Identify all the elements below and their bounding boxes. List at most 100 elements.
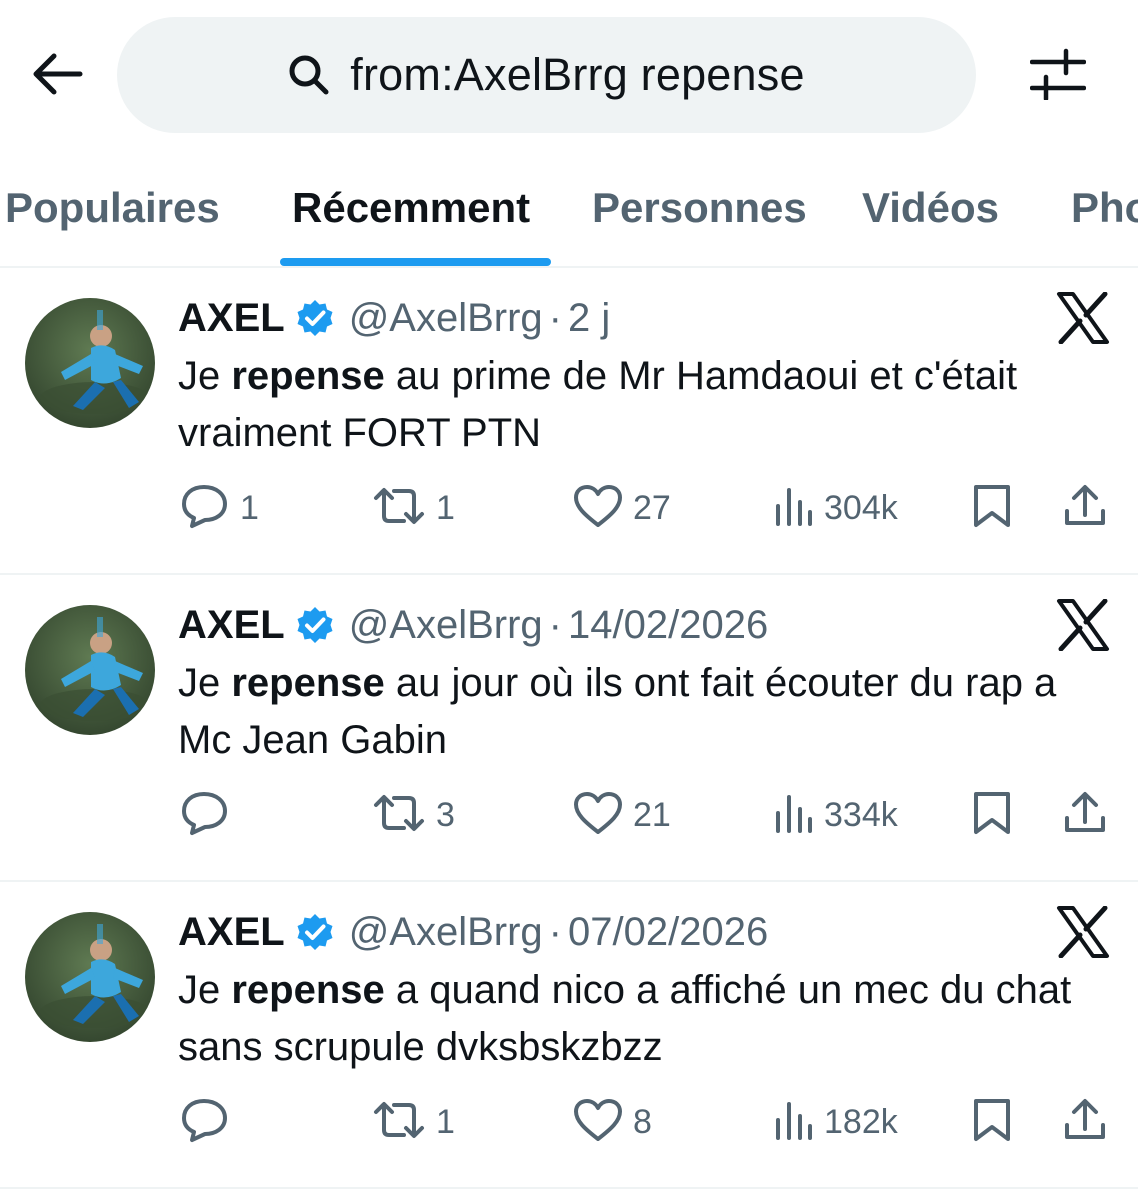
retweet-button[interactable]: 3 xyxy=(372,785,455,845)
back-button[interactable] xyxy=(22,42,94,110)
search-match-highlight: repense xyxy=(231,661,385,705)
tab-videos[interactable]: Vidéos xyxy=(862,150,999,266)
tweet-actions: 1 8 182k xyxy=(0,1092,1138,1152)
retweet-icon xyxy=(372,1098,426,1147)
verified-badge-icon xyxy=(295,298,335,338)
active-tab-indicator xyxy=(280,258,551,266)
search-input[interactable]: from:AxelBrrg repense xyxy=(117,17,976,133)
x-logo-icon[interactable] xyxy=(1055,291,1111,345)
tab-photos[interactable]: Photos xyxy=(1071,150,1138,266)
tweet-header: AXEL @AxelBrrg · 2 j xyxy=(178,290,610,346)
reply-button[interactable]: 1 xyxy=(180,478,259,538)
view-count: 182k xyxy=(824,1102,898,1141)
retweet-icon xyxy=(372,484,426,533)
bookmark-button[interactable] xyxy=(970,478,1014,538)
tweet[interactable]: AXEL @AxelBrrg · 14/02/2026 Je repense a… xyxy=(0,575,1138,882)
author-name[interactable]: AXEL xyxy=(178,603,285,648)
search-match-highlight: repense xyxy=(231,968,385,1012)
tweet-timestamp[interactable]: 07/02/2026 xyxy=(568,910,768,955)
like-icon xyxy=(573,1098,623,1147)
search-query-text: from:AxelBrrg repense xyxy=(350,49,805,100)
search-filter-button[interactable] xyxy=(1022,42,1094,110)
reply-count: 1 xyxy=(240,488,259,527)
share-button[interactable] xyxy=(1062,1092,1108,1152)
views-button[interactable]: 182k xyxy=(774,1092,898,1152)
tweet[interactable]: AXEL @AxelBrrg · 07/02/2026 Je repense a… xyxy=(0,882,1138,1189)
back-arrow-icon xyxy=(32,52,84,101)
verified-badge-icon xyxy=(295,912,335,952)
like-count: 21 xyxy=(633,795,671,834)
share-icon xyxy=(1062,790,1108,841)
reply-icon xyxy=(180,1097,230,1148)
share-button[interactable] xyxy=(1062,478,1108,538)
tweet-text-start: Je xyxy=(178,661,232,705)
tab-personnes[interactable]: Personnes xyxy=(592,150,807,266)
avatar[interactable] xyxy=(25,912,155,1042)
verified-badge-icon xyxy=(295,605,335,645)
reply-button[interactable] xyxy=(180,785,240,845)
search-header: from:AxelBrrg repense xyxy=(0,0,1138,150)
tweet-text-start: Je xyxy=(178,354,232,398)
separator-dot: · xyxy=(548,602,562,647)
author-handle[interactable]: @AxelBrrg xyxy=(349,910,543,955)
author-name[interactable]: AXEL xyxy=(178,910,285,955)
views-icon xyxy=(774,793,814,838)
retweet-count: 3 xyxy=(436,795,455,834)
search-icon xyxy=(288,51,336,99)
x-logo-icon[interactable] xyxy=(1055,905,1111,959)
tweet[interactable]: AXEL @AxelBrrg · 2 j Je repense au prime… xyxy=(0,268,1138,575)
tab-recemment[interactable]: Récemment xyxy=(292,150,530,266)
bookmark-icon xyxy=(970,790,1014,841)
tweet-text: Je repense au prime de Mr Hamdaoui et c'… xyxy=(178,348,1108,462)
separator-dot: · xyxy=(548,909,562,954)
author-handle[interactable]: @AxelBrrg xyxy=(349,296,543,341)
share-icon xyxy=(1062,1097,1108,1148)
view-count: 304k xyxy=(824,488,898,527)
author-name[interactable]: AXEL xyxy=(178,296,285,341)
retweet-count: 1 xyxy=(436,488,455,527)
filter-sliders-icon xyxy=(1029,48,1087,105)
like-button[interactable]: 8 xyxy=(573,1092,652,1152)
tab-populaires[interactable]: Populaires xyxy=(5,150,220,266)
search-match-highlight: repense xyxy=(231,354,385,398)
like-button[interactable]: 21 xyxy=(573,785,671,845)
views-icon xyxy=(774,486,814,531)
reply-icon xyxy=(180,790,230,841)
share-icon xyxy=(1062,483,1108,534)
tweet-actions: 3 21 334k xyxy=(0,785,1138,845)
bookmark-icon xyxy=(970,483,1014,534)
bookmark-icon xyxy=(970,1097,1014,1148)
bookmark-button[interactable] xyxy=(970,785,1014,845)
retweet-icon xyxy=(372,791,426,840)
like-icon xyxy=(573,484,623,533)
tweet-text: Je repense a quand nico a affiché un mec… xyxy=(178,962,1108,1076)
views-button[interactable]: 334k xyxy=(774,785,898,845)
like-icon xyxy=(573,791,623,840)
x-logo-icon[interactable] xyxy=(1055,598,1111,652)
tweet-text-start: Je xyxy=(178,968,232,1012)
tweet-header: AXEL @AxelBrrg · 07/02/2026 xyxy=(178,904,768,960)
like-count: 27 xyxy=(633,488,671,527)
bookmark-button[interactable] xyxy=(970,1092,1014,1152)
reply-icon xyxy=(180,483,230,534)
views-button[interactable]: 304k xyxy=(774,478,898,538)
like-button[interactable]: 27 xyxy=(573,478,671,538)
share-button[interactable] xyxy=(1062,785,1108,845)
separator-dot: · xyxy=(548,295,562,340)
retweet-count: 1 xyxy=(436,1102,455,1141)
view-count: 334k xyxy=(824,795,898,834)
avatar[interactable] xyxy=(25,605,155,735)
tweet-timestamp[interactable]: 14/02/2026 xyxy=(568,603,768,648)
like-count: 8 xyxy=(633,1102,652,1141)
avatar[interactable] xyxy=(25,298,155,428)
search-tabs: Populaires Récemment Personnes Vidéos Ph… xyxy=(0,150,1138,268)
reply-button[interactable] xyxy=(180,1092,240,1152)
retweet-button[interactable]: 1 xyxy=(372,478,455,538)
tweet-actions: 1 1 27 304k xyxy=(0,478,1138,538)
views-icon xyxy=(774,1100,814,1145)
author-handle[interactable]: @AxelBrrg xyxy=(349,603,543,648)
tweet-text: Je repense au jour où ils ont fait écout… xyxy=(178,655,1108,769)
tweet-header: AXEL @AxelBrrg · 14/02/2026 xyxy=(178,597,768,653)
retweet-button[interactable]: 1 xyxy=(372,1092,455,1152)
tweet-timestamp[interactable]: 2 j xyxy=(568,296,610,341)
